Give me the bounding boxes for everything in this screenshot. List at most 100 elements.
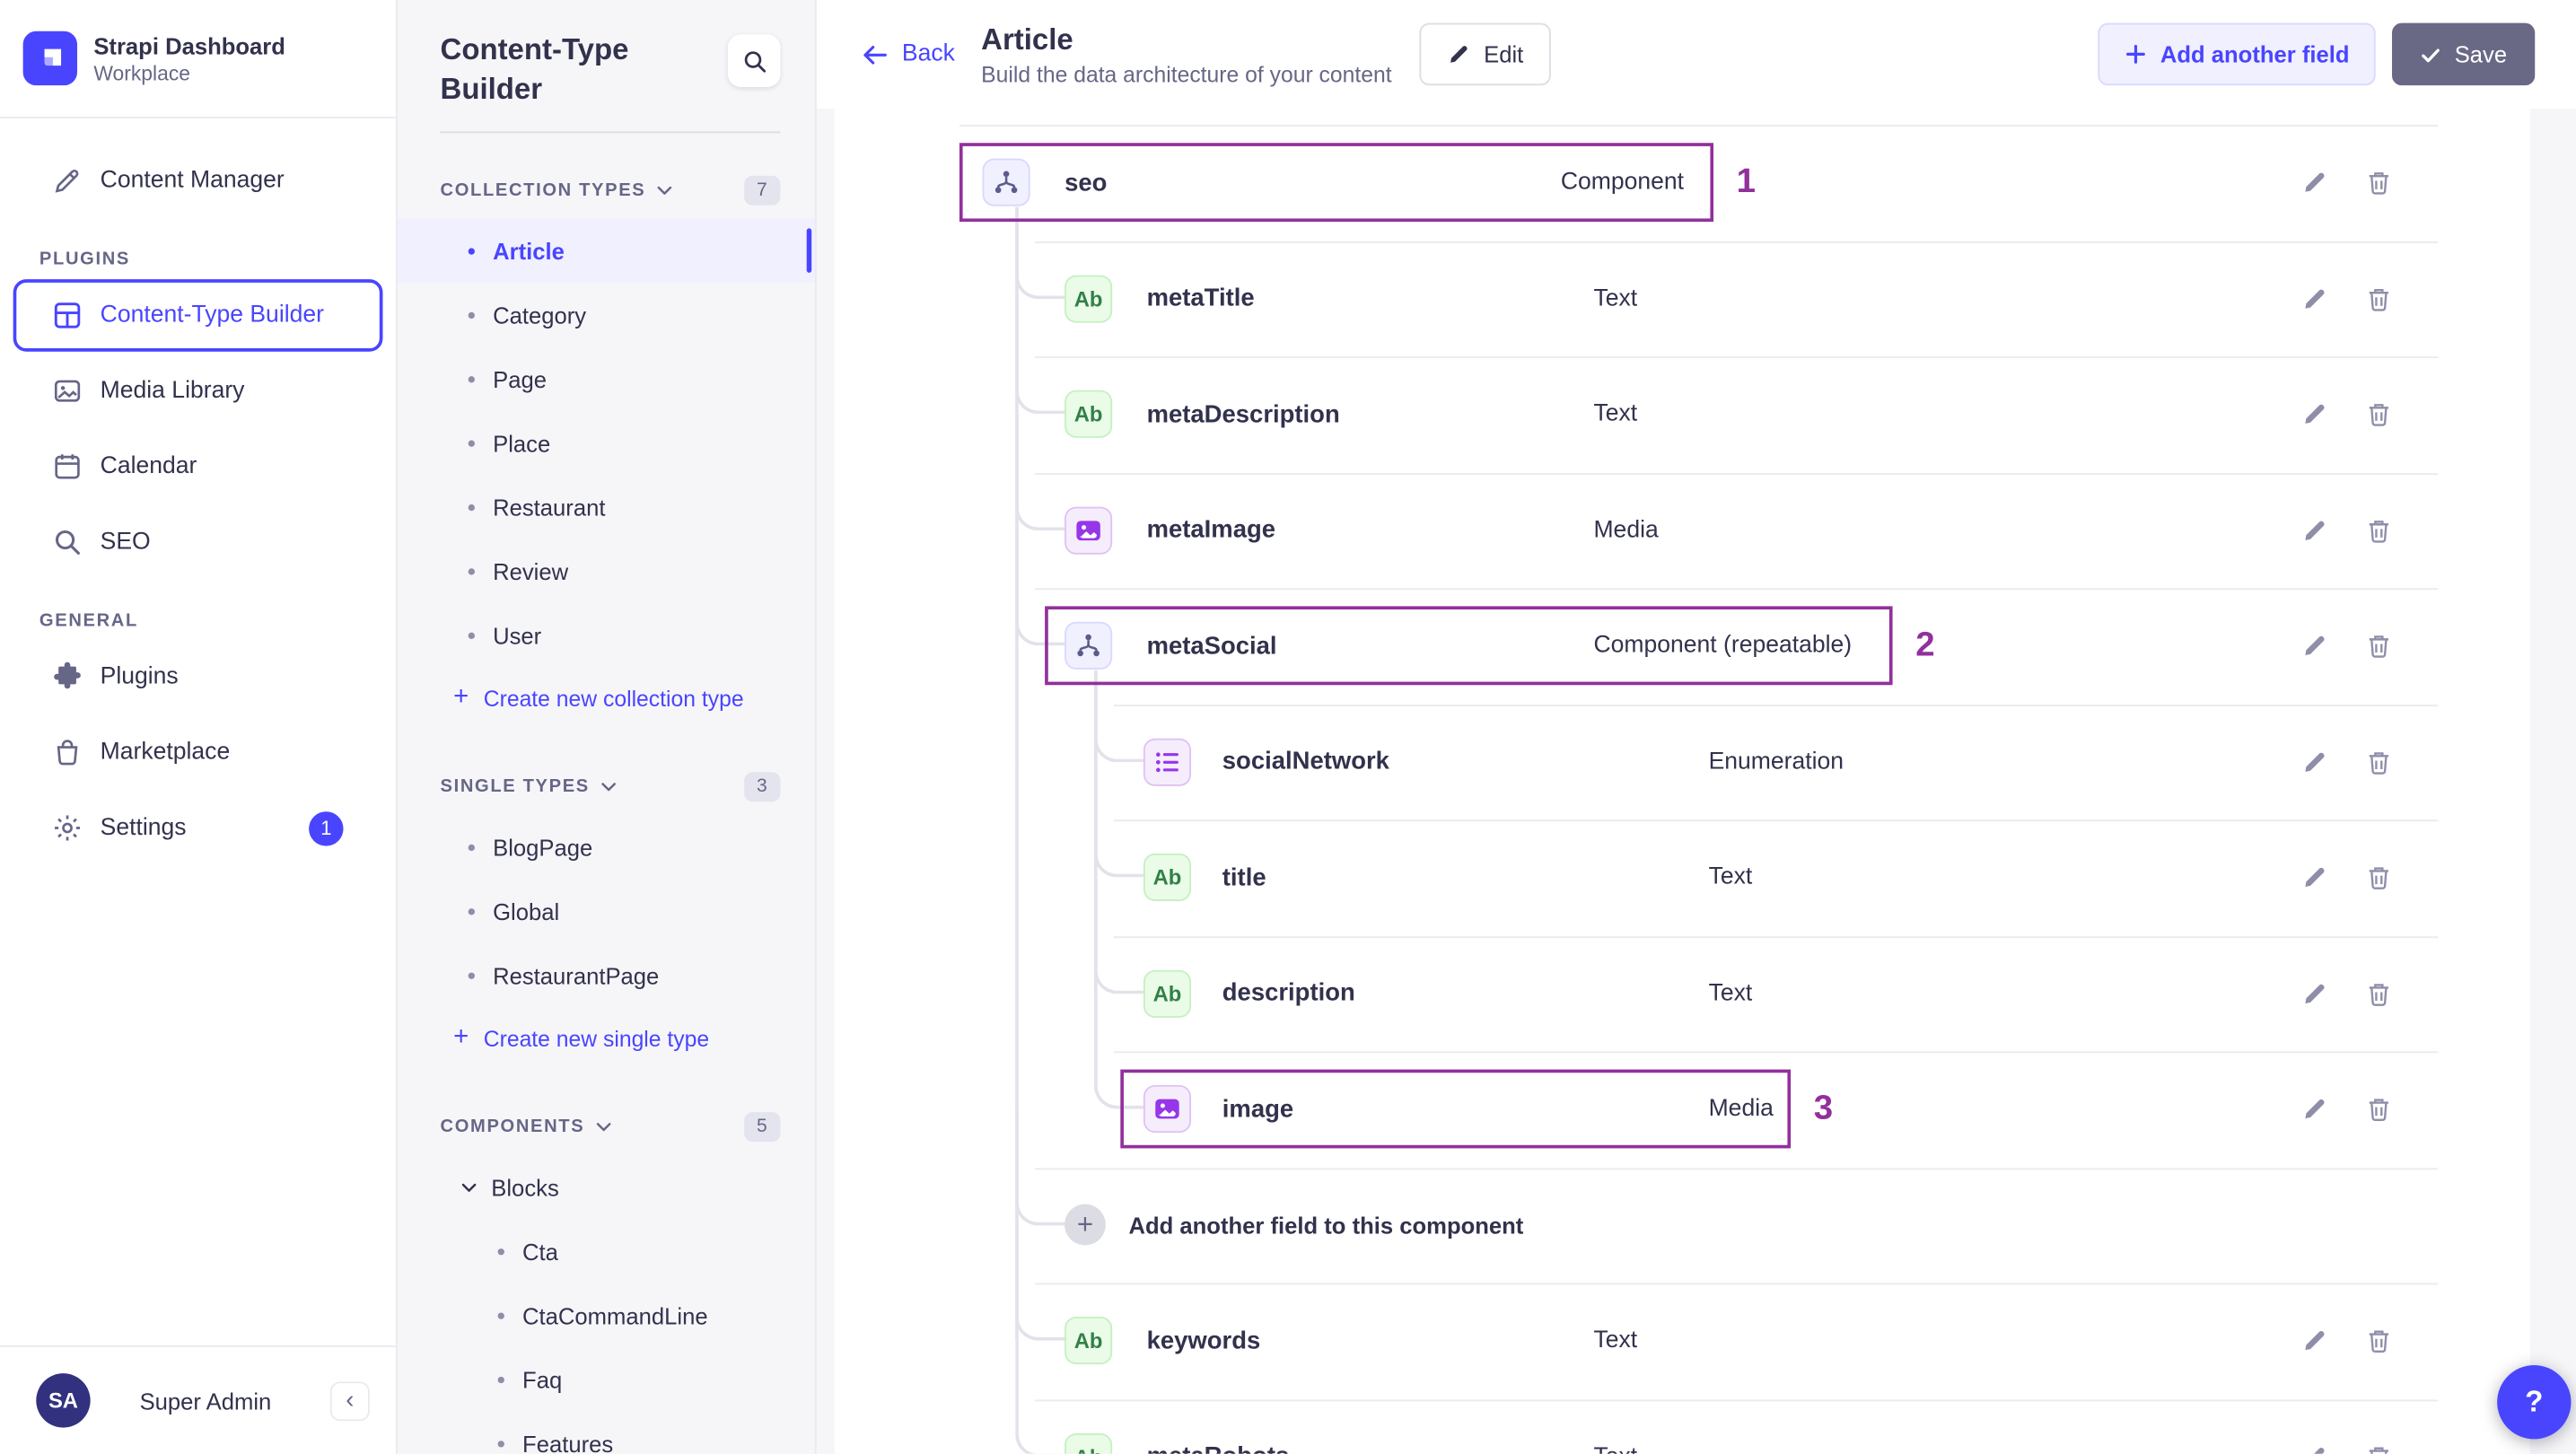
subnav-item-label: User (493, 621, 542, 649)
edit-field-button[interactable] (2293, 1319, 2336, 1362)
search-button[interactable] (727, 34, 781, 88)
gear-icon (53, 813, 83, 843)
bullet-icon (468, 971, 475, 978)
subnav-item-global[interactable]: Global (398, 879, 815, 942)
field-row-metaimage: metaImage Media (835, 414, 2530, 588)
edit-field-button[interactable] (2293, 972, 2336, 1015)
bullet-icon (468, 907, 475, 915)
delete-field-button[interactable] (2358, 1319, 2401, 1362)
sidebar-item-label: Content Manager (100, 167, 285, 194)
tree-connector (1015, 1224, 1065, 1342)
subnav-item-place[interactable]: Place (398, 411, 815, 475)
back-button[interactable]: Back (861, 40, 955, 68)
edit-button[interactable]: Edit (1419, 22, 1552, 86)
create-new-collection-type-link[interactable]: + Create new collection type (398, 667, 815, 730)
subnav-item-faq[interactable]: Faq (398, 1347, 815, 1411)
sidebar-item-calendar[interactable]: Calendar (13, 431, 383, 504)
subnav-item-restaurantpage[interactable]: RestaurantPage (398, 943, 815, 1007)
create-new-single-type-link[interactable]: + Create new single type (398, 1007, 815, 1070)
strapi-app: Strapi Dashboard Workplace Content Manag… (0, 0, 2576, 1454)
subnav-item-review[interactable]: Review (398, 539, 815, 602)
sidebar-item-plugins[interactable]: Plugins (13, 641, 383, 714)
edit-field-button[interactable] (2293, 1435, 2336, 1454)
edit-field-button[interactable] (2293, 740, 2336, 784)
tree-line (1015, 414, 1019, 530)
subnav-item-user[interactable]: User (398, 603, 815, 667)
text-field-type-icon: Ab (1065, 275, 1113, 323)
subnav-item-features[interactable]: Features (398, 1411, 815, 1454)
delete-field-button[interactable] (2358, 1088, 2401, 1131)
field-type: Media (1593, 517, 1659, 544)
edit-field-button[interactable] (2293, 1088, 2336, 1131)
sidebar-body: Content Manager PLUGINS Content-Type Buil… (0, 118, 396, 1345)
help-button[interactable]: ? (2497, 1365, 2572, 1440)
sidebar-item-content-manager[interactable]: Content Manager (13, 145, 383, 217)
sidebar-item-settings[interactable]: Settings 1 (13, 792, 383, 864)
tree-connector (1094, 877, 1143, 994)
text-field-type-icon: Ab (1065, 1432, 1113, 1454)
subnav-item-page[interactable]: Page (398, 346, 815, 410)
plus-icon: + (1065, 1204, 1106, 1246)
delete-field-button[interactable] (2358, 856, 2401, 899)
field-row-metadescription: Ab metaDescription Text (835, 298, 2530, 472)
bullet-icon (468, 375, 475, 382)
edit-field-button[interactable] (2293, 162, 2336, 205)
group-toggle-components[interactable]: COMPONENTS (441, 1117, 585, 1137)
search-icon (53, 528, 83, 557)
add-field-to-component-button[interactable]: + Add another field to this component (1065, 1167, 1523, 1283)
group-header-components: COMPONENTS 5 (441, 1106, 781, 1149)
field-row-metasocial: metaSocial Component (repeatable) 2 (835, 530, 2530, 704)
delete-field-button[interactable] (2358, 509, 2401, 552)
collapse-sidebar-button[interactable]: ‹ (329, 1380, 370, 1421)
tree-connector (1094, 993, 1143, 1109)
field-name: metaTitle (1146, 285, 1255, 313)
title-block: Article Build the data architecture of y… (981, 22, 1391, 86)
add-another-field-button[interactable]: Add another field (2098, 22, 2376, 86)
delete-field-button[interactable] (2358, 393, 2401, 436)
tree-line (1094, 761, 1098, 878)
strapi-logo-icon[interactable] (22, 31, 78, 86)
subnav-item-restaurant[interactable]: Restaurant (398, 475, 815, 539)
subnav-item-label: CtaCommandLine (522, 1301, 708, 1328)
sidebar-item-marketplace[interactable]: Marketplace (13, 716, 383, 789)
component-category-blocks[interactable]: Blocks (398, 1155, 815, 1219)
brand-title: Strapi Dashboard (93, 31, 285, 58)
group-toggle-collection-types[interactable]: COLLECTION TYPES (441, 180, 646, 200)
pencil-icon (1450, 46, 1468, 63)
sidebar-item-seo[interactable]: SEO (13, 506, 383, 579)
edit-field-button[interactable] (2293, 277, 2336, 320)
delete-field-button[interactable] (2358, 1435, 2401, 1454)
brand-text: Strapi Dashboard Workplace (93, 32, 285, 85)
delete-field-button[interactable] (2358, 277, 2401, 320)
tree-connector (1015, 1341, 1065, 1454)
subnav-item-category[interactable]: Category (398, 283, 815, 346)
action-label: Create new collection type (483, 686, 744, 711)
subnav-item-cta[interactable]: Cta (398, 1219, 815, 1283)
field-name: image (1222, 1095, 1294, 1124)
delete-field-button[interactable] (2358, 740, 2401, 784)
delete-field-button[interactable] (2358, 625, 2401, 668)
tree-connector (1094, 761, 1143, 878)
avatar[interactable]: SA (36, 1373, 91, 1428)
annotation-number: 3 (1813, 1089, 1834, 1128)
delete-field-button[interactable] (2358, 972, 2401, 1015)
edit-field-button[interactable] (2293, 625, 2336, 668)
field-row-metarobots: Ab metaRobots Text (835, 1341, 2530, 1454)
subnav-item-label: Article (493, 237, 565, 264)
group-toggle-single-types[interactable]: SINGLE TYPES (441, 777, 590, 797)
edit-field-button[interactable] (2293, 509, 2336, 552)
subnav-item-article[interactable]: Article (397, 218, 815, 283)
edit-field-button[interactable] (2293, 393, 2336, 436)
sidebar-item-media-library[interactable]: Media Library (13, 355, 383, 427)
tree-connector (1015, 1108, 1065, 1225)
field-type: Text (1593, 1399, 1637, 1453)
sidebar-item-content-type-builder[interactable]: Content-Type Builder (13, 279, 383, 352)
bullet-icon (468, 439, 475, 446)
media-field-type-icon (1143, 1085, 1192, 1134)
delete-field-button[interactable] (2358, 162, 2401, 205)
subnav-item-blogpage[interactable]: BlogPage (398, 815, 815, 879)
subnav-item-ctacommandline[interactable]: CtaCommandLine (398, 1283, 815, 1347)
save-button[interactable]: Save (2392, 22, 2536, 86)
edit-field-button[interactable] (2293, 856, 2336, 899)
chevron-down-icon (601, 782, 616, 792)
